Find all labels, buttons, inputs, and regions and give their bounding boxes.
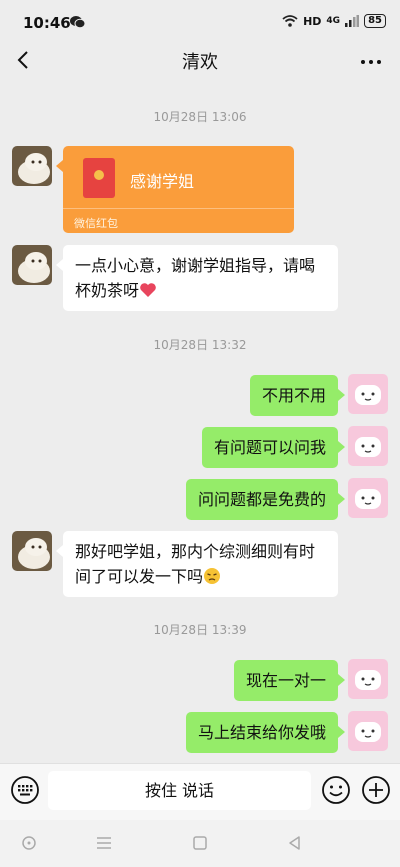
- my-avatar[interactable]: [348, 374, 388, 414]
- tiger-avatar-image: [348, 659, 388, 699]
- cat-avatar-image: [12, 531, 52, 571]
- tiger-avatar-image: [348, 426, 388, 466]
- contact-avatar[interactable]: [12, 531, 52, 571]
- timestamp: 10月28日 13:32: [153, 338, 247, 352]
- recent-apps-icon[interactable]: [190, 833, 210, 853]
- cat-avatar-image: [12, 146, 52, 186]
- menu-icon[interactable]: [94, 833, 114, 853]
- hd-label: HD: [303, 14, 322, 28]
- red-packet-title: 感谢学姐: [130, 172, 195, 191]
- input-bar: 按住 说话: [0, 763, 400, 820]
- timestamp: 10月28日 13:39: [153, 623, 247, 637]
- message-text: 有问题可以问我: [213, 438, 326, 457]
- status-bar: 10:46 HD 4G 85: [0, 0, 400, 44]
- red-packet-icon: [83, 158, 115, 198]
- message-bubble-received[interactable]: 那好吧学姐，那内个综测细则有时 间了可以发一下吗: [56, 531, 338, 597]
- contact-avatar[interactable]: [12, 146, 52, 186]
- timestamp: 10月28日 13:06: [153, 110, 247, 124]
- chat-title: 清欢: [182, 52, 218, 73]
- keyboard-icon[interactable]: [10, 775, 40, 805]
- cat-avatar-image: [12, 245, 52, 285]
- network-type-label: 4G: [326, 16, 341, 26]
- wechat-notification-icon: [70, 16, 85, 28]
- chat-header: 清欢: [0, 44, 400, 76]
- tiger-avatar-image: [348, 374, 388, 414]
- my-avatar[interactable]: [348, 711, 388, 751]
- emoji-icon[interactable]: [321, 775, 351, 805]
- home-circle-icon[interactable]: [19, 833, 39, 853]
- tiger-avatar-image: [348, 711, 388, 751]
- status-time: 10:46: [23, 14, 71, 32]
- sad-emoji-icon: [204, 568, 221, 584]
- message-bubble-sent[interactable]: 不用不用: [249, 375, 346, 416]
- red-packet-label: 微信红包: [74, 217, 118, 230]
- red-packet-footer: 微信红包: [63, 208, 294, 234]
- battery-level: 85: [364, 14, 386, 28]
- message-text: 问问题都是免费的: [197, 490, 326, 509]
- message-text: 间了可以发一下吗: [75, 567, 204, 586]
- message-text: 马上结束给你发哦: [197, 723, 326, 742]
- signal-icon: [345, 15, 360, 27]
- red-packet-message[interactable]: 感谢学姐 微信红包: [56, 146, 294, 234]
- message-text: 那好吧学姐，那内个综测细则有时: [75, 542, 316, 561]
- message-bubble-sent[interactable]: 有问题可以问我: [201, 427, 346, 468]
- more-icon[interactable]: [358, 46, 384, 74]
- message-text: 现在一对一: [245, 671, 326, 690]
- message-bubble-sent[interactable]: 问问题都是免费的: [185, 479, 346, 520]
- back-triangle-icon[interactable]: [285, 833, 305, 853]
- hold-to-talk-button[interactable]: 按住 说话: [48, 771, 311, 810]
- message-text: 一点小心意，谢谢学姐指导，请喝: [75, 256, 316, 275]
- message-bubble-sent[interactable]: 现在一对一: [233, 660, 346, 701]
- heart-emoji-icon: [140, 283, 156, 297]
- my-avatar[interactable]: [348, 426, 388, 466]
- plus-icon[interactable]: [361, 775, 391, 805]
- message-text: 不用不用: [261, 386, 326, 405]
- tiger-avatar-image: [348, 478, 388, 518]
- wifi-icon: [282, 15, 298, 27]
- contact-avatar[interactable]: [12, 245, 52, 285]
- my-avatar[interactable]: [348, 659, 388, 699]
- status-icons: HD 4G 85: [282, 14, 386, 28]
- message-text: 杯奶茶呀: [75, 281, 140, 300]
- system-nav-bar: [0, 820, 400, 867]
- message-bubble-sent[interactable]: 马上结束给你发哦: [185, 712, 346, 753]
- my-avatar[interactable]: [348, 478, 388, 518]
- message-bubble-received[interactable]: 一点小心意，谢谢学姐指导，请喝 杯奶茶呀: [56, 245, 338, 311]
